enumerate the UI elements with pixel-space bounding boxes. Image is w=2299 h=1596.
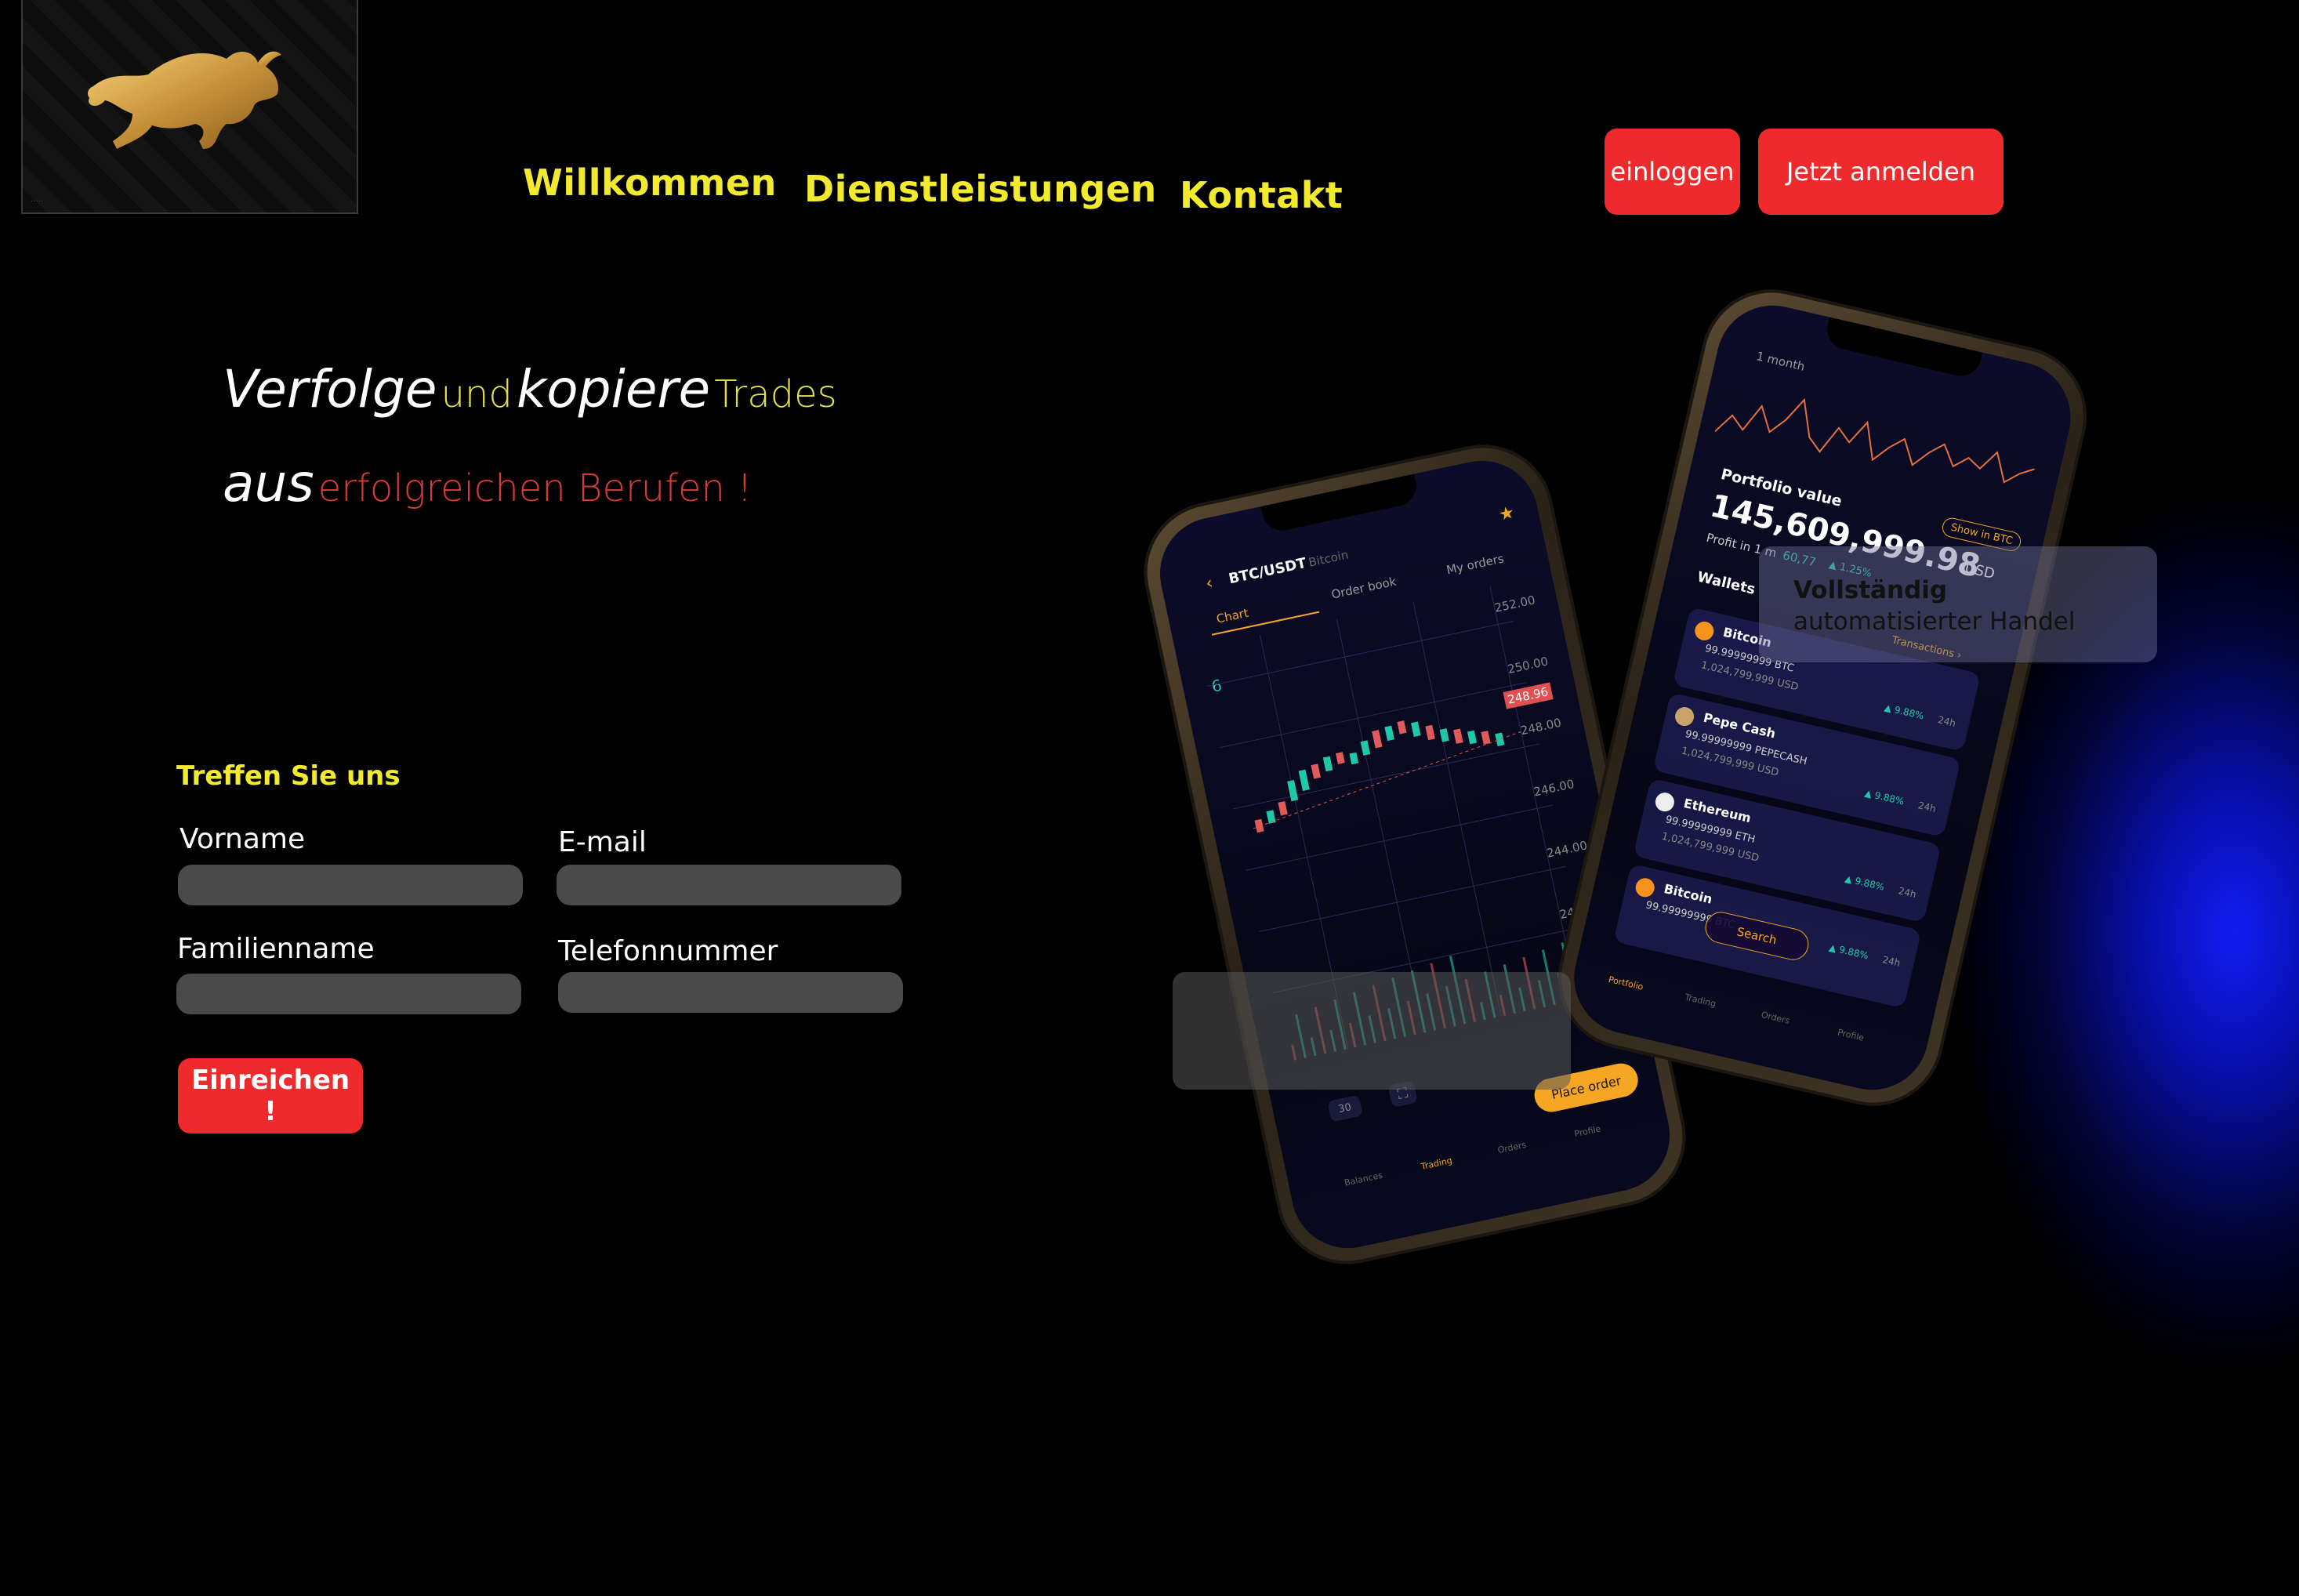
- phone-label: Telefonnummer: [558, 935, 778, 967]
- candle: [1311, 764, 1321, 779]
- candle: [1481, 731, 1491, 745]
- bitcoin-icon: [1692, 619, 1716, 643]
- nav-trading[interactable]: Trading: [1420, 1155, 1453, 1172]
- first-name-input[interactable]: [178, 865, 523, 905]
- nav-willkommen[interactable]: Willkommen: [523, 161, 777, 204]
- wallet-period: 24h: [1881, 954, 1902, 969]
- pair-sub-label: Bitcoin: [1307, 547, 1350, 570]
- login-button[interactable]: einloggen: [1605, 129, 1740, 215]
- bull-logo[interactable]: ·····: [21, 0, 358, 214]
- bull-icon: [87, 51, 281, 149]
- candle: [1287, 779, 1299, 802]
- email-label: E-mail: [558, 826, 647, 858]
- candle: [1298, 769, 1310, 791]
- tab-chart[interactable]: Chart: [1215, 606, 1249, 626]
- phone-input[interactable]: [558, 972, 903, 1013]
- nav-orders[interactable]: Orders: [1496, 1140, 1527, 1155]
- candle: [1336, 752, 1345, 764]
- candle: [1384, 725, 1394, 742]
- nav-profile[interactable]: Profile: [1573, 1123, 1601, 1139]
- wallet-change: ▲ 9.88%: [1883, 702, 1925, 722]
- nav-profile[interactable]: Profile: [1837, 1027, 1865, 1043]
- wallet-period: 24h: [1897, 885, 1917, 901]
- candle: [1397, 720, 1407, 735]
- wallet-name: Bitcoin: [1662, 881, 1714, 907]
- phone-notch: [1823, 317, 1983, 380]
- nav-trading[interactable]: Trading: [1684, 992, 1717, 1009]
- hero-word-kopiere: kopiere: [516, 359, 711, 419]
- candle: [1372, 730, 1383, 749]
- back-icon[interactable]: ‹: [1204, 573, 1215, 593]
- logo-fineprint: ·····: [31, 198, 43, 206]
- feature-card-text: automatisierter Handel: [1793, 608, 2076, 636]
- hero-word-verfolge: Verfolge: [223, 359, 437, 419]
- candle: [1439, 728, 1449, 742]
- candle: [1411, 721, 1421, 737]
- candle: [1453, 728, 1463, 744]
- hero-word-aus: aus: [223, 453, 314, 513]
- feature-card: Vollständig automatisierter Handel: [1759, 546, 2157, 662]
- nav-orders[interactable]: Orders: [1761, 1010, 1791, 1026]
- candle: [1254, 818, 1264, 833]
- nav-dienstleistungen[interactable]: Dienstleistungen: [804, 168, 1157, 210]
- candle: [1349, 752, 1359, 765]
- submit-button[interactable]: Einreichen !: [178, 1058, 363, 1134]
- pepe-cash-icon: [1673, 705, 1696, 728]
- wallet-change: ▲ 9.88%: [1844, 872, 1886, 893]
- hero-word-trades: Trades: [714, 372, 837, 416]
- hero-line-1: Verfolge und kopiere Trades: [223, 359, 837, 419]
- feature-card-bold: Vollständig: [1793, 576, 1948, 604]
- bitcoin-icon: [1634, 876, 1657, 899]
- candle: [1360, 740, 1371, 756]
- pair-label: BTC/USDT: [1227, 554, 1308, 588]
- hero-word-und: und: [441, 372, 513, 416]
- wallets-label: Wallets: [1695, 568, 1757, 598]
- candle: [1425, 724, 1435, 741]
- nav-kontakt[interactable]: Kontakt: [1180, 174, 1343, 216]
- signup-button[interactable]: Jetzt anmelden: [1758, 129, 2003, 215]
- email-input[interactable]: [557, 865, 901, 905]
- first-name-label: Vorname: [179, 823, 306, 855]
- wallet-change: ▲ 9.88%: [1863, 787, 1906, 807]
- phone-notch: [1260, 473, 1420, 535]
- candle: [1266, 810, 1276, 824]
- form-title: Treffen Sie uns: [176, 760, 401, 792]
- placeholder-box: [1173, 972, 1571, 1090]
- nav-portfolio[interactable]: Portfolio: [1608, 974, 1644, 992]
- candle: [1322, 756, 1333, 772]
- hero-line-2: aus erfolgreichen Berufen !: [223, 453, 752, 513]
- last-name-input[interactable]: [176, 974, 521, 1014]
- candle: [1278, 800, 1288, 816]
- last-name-label: Familienname: [177, 933, 375, 965]
- candle: [1495, 732, 1505, 747]
- portfolio-line-chart: [1714, 397, 2035, 484]
- wallet-period: 24h: [1916, 800, 1938, 814]
- nav-balances[interactable]: Balances: [1344, 1170, 1383, 1188]
- hero-word-erfolgreichen: erfolgreichen Berufen !: [317, 466, 752, 510]
- star-icon[interactable]: ★: [1497, 502, 1517, 525]
- candle: [1467, 730, 1478, 745]
- wallet-period: 24h: [1936, 714, 1957, 729]
- tab-my-orders[interactable]: My orders: [1445, 551, 1506, 577]
- period-select[interactable]: 30: [1327, 1094, 1363, 1123]
- wallet-change: ▲ 9.88%: [1828, 941, 1870, 962]
- ethereum-icon: [1653, 790, 1677, 814]
- tab-order-book[interactable]: Order book: [1330, 575, 1398, 602]
